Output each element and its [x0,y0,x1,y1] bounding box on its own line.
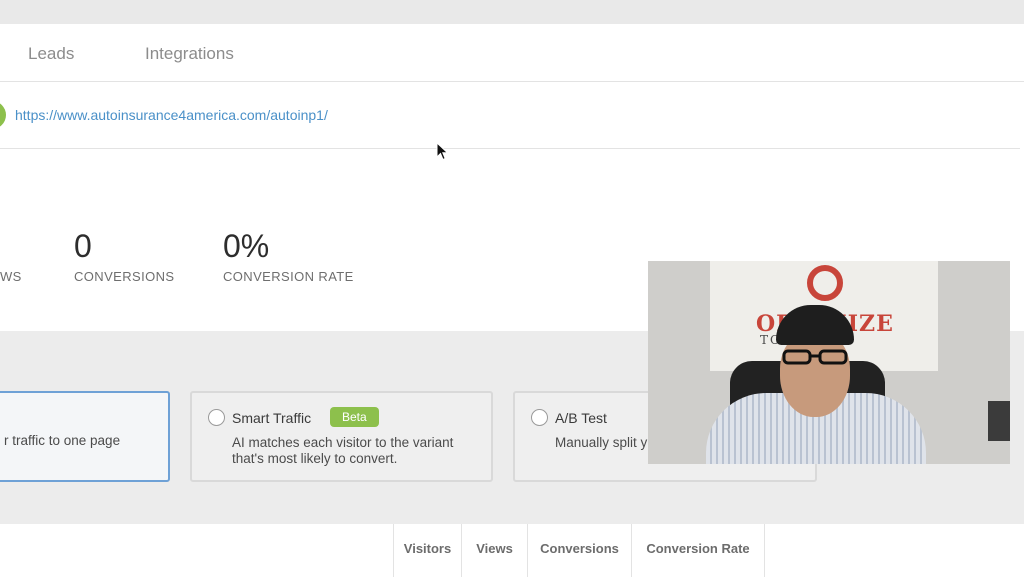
ab-test-radio[interactable] [531,409,548,426]
beta-badge: Beta [330,407,379,427]
page-url-link[interactable]: https://www.autoinsurance4america.com/au… [15,107,328,123]
stat-views-label: WS [0,269,22,284]
smart-traffic-radio[interactable] [208,409,225,426]
tab-leads[interactable]: Leads [28,44,74,64]
mouse-cursor-icon [436,142,449,161]
banner-logo-icon [807,265,843,301]
column-visitors[interactable]: Visitors [393,524,461,577]
column-views[interactable]: Views [461,524,527,577]
background-object [988,401,1010,441]
column-conversion-rate[interactable]: Conversion Rate [631,524,765,577]
tab-bar: Leads Integrations [0,24,1024,82]
stat-conversions-label: CONVERSIONS [74,269,175,284]
status-dot-icon [0,101,6,129]
stat-conversions-value: 0 [74,228,92,264]
standard-traffic-description: r traffic to one page [4,433,121,448]
variants-table-header: Visitors Views Conversions Conversion Ra… [0,524,1024,577]
page-url-row: https://www.autoinsurance4america.com/au… [0,83,1020,149]
tab-integrations[interactable]: Integrations [145,44,234,64]
stat-conversion-rate-label: CONVERSION RATE [223,269,354,284]
standard-traffic-card[interactable]: r traffic to one page [0,391,170,482]
stat-conversion-rate-value: 0% [223,228,270,264]
ab-test-title: A/B Test [555,410,607,426]
webcam-overlay: OPTIMIZE TO .COM [648,261,1010,464]
presenter-glasses [782,349,848,365]
smart-traffic-title: Smart Traffic [232,410,312,426]
smart-traffic-card[interactable]: Smart Traffic Beta AI matches each visit… [190,391,493,482]
smart-traffic-description: AI matches each visitor to the variant t… [232,435,454,466]
column-conversions[interactable]: Conversions [527,524,631,577]
top-strip [0,0,1024,24]
